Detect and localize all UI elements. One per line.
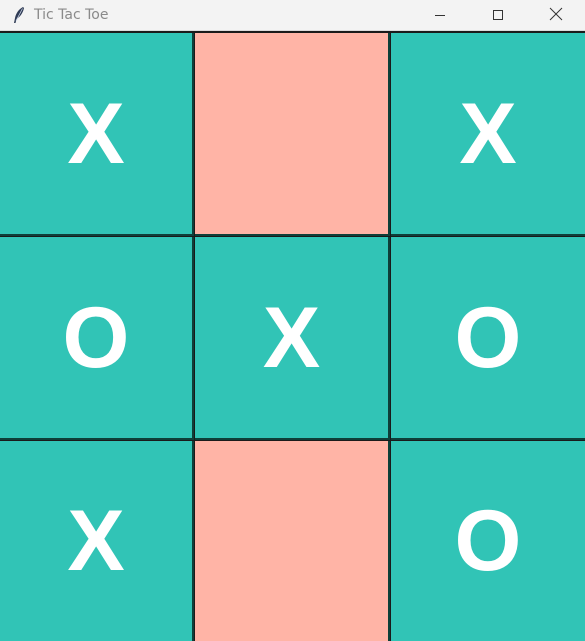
- board-cell-r1-c0[interactable]: O: [0, 237, 194, 440]
- cell-mark: O: [62, 289, 130, 386]
- board-cell-r1-c2[interactable]: O: [391, 237, 585, 440]
- title-bar[interactable]: Tic Tac Toe: [0, 0, 585, 31]
- board-cell-r0-c0[interactable]: X: [0, 33, 194, 236]
- game-board: X X O X O X O: [0, 33, 585, 641]
- close-button[interactable]: [527, 0, 585, 31]
- cell-mark: O: [454, 493, 522, 589]
- minimize-icon: [434, 6, 446, 25]
- window-title: Tic Tac Toe: [34, 7, 109, 23]
- board-cell-r0-c2[interactable]: X: [391, 33, 585, 236]
- cell-mark: X: [67, 493, 125, 589]
- app-window: Tic Tac Toe X X O X O X O: [0, 0, 585, 641]
- board-cell-r1-c1[interactable]: X: [195, 237, 390, 440]
- board-cell-r2-c2[interactable]: O: [391, 441, 585, 641]
- window-controls: [411, 0, 585, 31]
- board-cell-r2-c1[interactable]: [195, 441, 390, 641]
- minimize-button[interactable]: [411, 0, 469, 31]
- board-cell-r0-c1[interactable]: [195, 33, 390, 236]
- feather-icon: [11, 6, 27, 24]
- cell-mark: X: [459, 85, 517, 182]
- maximize-icon: [492, 6, 504, 25]
- close-icon: [549, 6, 563, 25]
- board-cell-r2-c0[interactable]: X: [0, 441, 194, 641]
- maximize-button[interactable]: [469, 0, 527, 31]
- cell-mark: X: [67, 85, 125, 182]
- cell-mark: X: [262, 289, 321, 386]
- cell-mark: O: [454, 289, 522, 386]
